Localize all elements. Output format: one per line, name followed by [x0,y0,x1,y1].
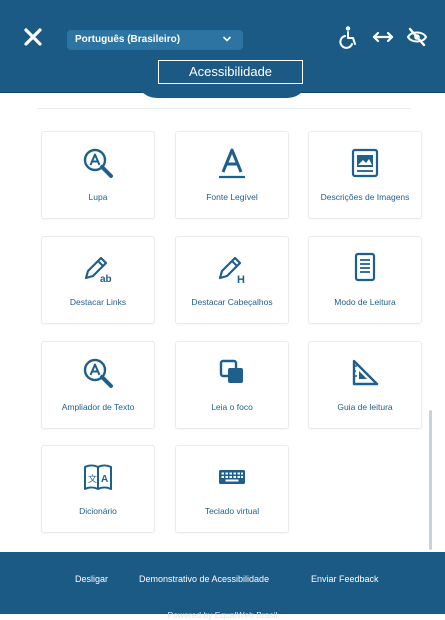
eye-slash-icon[interactable] [406,25,428,49]
divider [38,108,410,109]
tool-lupa[interactable]: Lupa [41,131,155,219]
magnifier-a-icon [83,358,113,388]
tool-teclado-virtual[interactable]: Teclado virtual [175,445,289,533]
horizontal-arrows-icon[interactable] [371,25,395,49]
pencil-link-icon: ab [84,256,112,285]
close-icon[interactable] [22,26,44,48]
tool-ampliador-texto[interactable]: Ampliador de Texto [41,341,155,429]
tool-label: Destacar Links [69,297,127,307]
focus-squares-icon [219,359,243,383]
tool-modo-leitura[interactable]: Modo de Leitura [308,236,422,324]
tool-label: Dicionário [79,506,117,516]
tool-label: Fonte Legível [206,192,258,202]
pencil-heading-icon: H [218,256,245,285]
svg-text:H: H [237,274,245,285]
chevron-down-icon [223,36,231,42]
footer: Desligar Demonstrativo de Acessibilidade… [0,552,445,620]
panel-title: Acessibilidade [158,60,303,84]
tool-label: Destacar Cabeçalhos [191,297,273,307]
svg-text:A: A [101,474,108,485]
tool-dicionario[interactable]: 文 A Dicionário [41,445,155,533]
language-select-value: Português (Brasileiro) [75,34,181,45]
tool-fonte-legivel[interactable]: Fonte Legível [175,131,289,219]
language-select[interactable]: Português (Brasileiro) [67,30,243,50]
svg-text:ab: ab [100,274,112,285]
footer-link-feedback[interactable]: Enviar Feedback [311,574,379,584]
tool-destacar-cabecalhos[interactable]: H Destacar Cabeçalhos [175,236,289,324]
tool-label: Guia de leitura [337,402,393,412]
font-a-icon [219,148,245,179]
footer-link-demonstrativo[interactable]: Demonstrativo de Acessibilidade [139,574,269,584]
image-icon [351,148,379,178]
tool-label: Lupa [88,192,108,202]
scrollbar[interactable] [429,410,432,550]
tool-leia-foco[interactable]: Leia o foco [175,341,289,429]
tool-descricoes-imagens[interactable]: Descrições de Imagens [308,131,422,219]
tool-label: Descrições de Imagens [320,192,410,202]
footer-link-desligar[interactable]: Desligar [75,574,108,584]
keyboard-icon [219,470,245,484]
accessibility-person-icon[interactable] [338,25,360,49]
tool-label: Ampliador de Texto [61,402,135,412]
document-icon [354,252,376,282]
tool-guia-leitura[interactable]: Guia de leitura [308,341,422,429]
svg-text:文: 文 [88,473,97,485]
tool-label: Leia o foco [211,402,253,412]
magnifier-a-icon [83,148,113,178]
dictionary-book-icon: 文 A [84,464,112,490]
powered-by[interactable]: Powered by EqualWeb Brasil [0,610,445,620]
tool-label: Teclado virtual [204,506,260,516]
tool-destacar-links[interactable]: ab Destacar Links [41,236,155,324]
tool-label: Modo de Leitura [334,297,396,307]
reading-guide-icon [352,359,379,386]
